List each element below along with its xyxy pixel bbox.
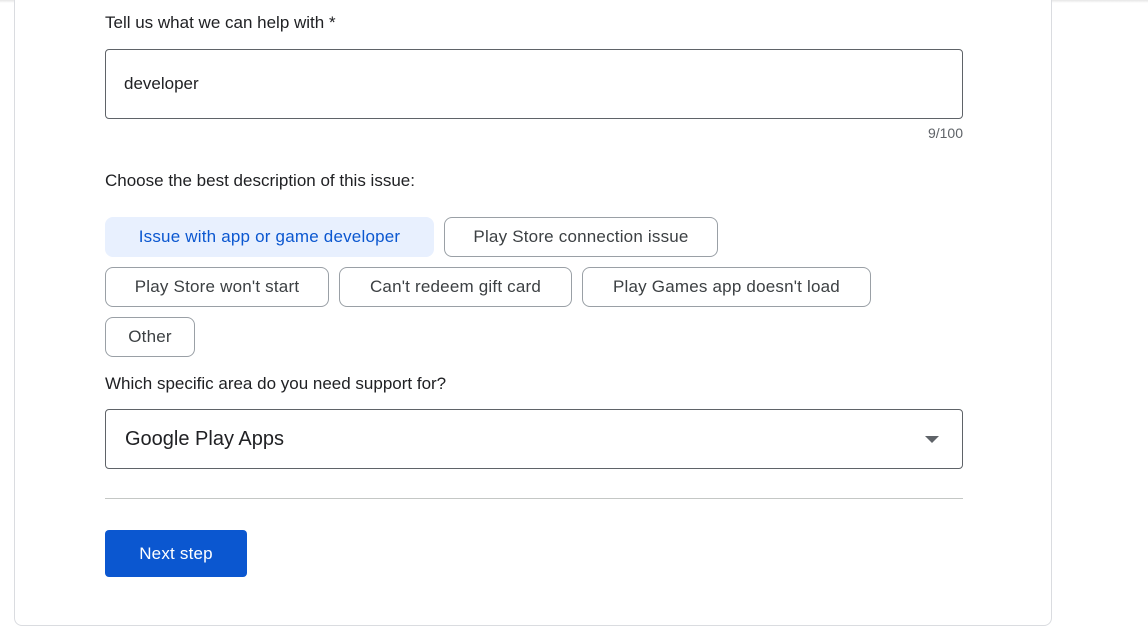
triangle-down-icon <box>925 436 939 443</box>
character-counter: 9/100 <box>927 125 963 141</box>
chip-play-store-connection-issue[interactable]: Play Store connection issue <box>444 217 718 257</box>
chip-play-games-app-doesnt-load[interactable]: Play Games app doesn't load <box>582 267 871 307</box>
chip-issue-with-app-developer[interactable]: Issue with app or game developer <box>105 217 434 257</box>
chip-other[interactable]: Other <box>105 317 195 357</box>
issue-description-label: Choose the best description of this issu… <box>105 171 415 190</box>
support-area-label: Which specific area do you need support … <box>105 374 447 393</box>
help-text-input[interactable] <box>105 49 963 119</box>
chip-cant-redeem-gift-card[interactable]: Can't redeem gift card <box>339 267 572 307</box>
chip-play-store-wont-start[interactable]: Play Store won't start <box>105 267 329 307</box>
section-divider <box>105 498 963 499</box>
help-field-label: Tell us what we can help with * <box>105 13 336 32</box>
support-area-dropdown[interactable]: Google Play Apps <box>105 409 963 469</box>
support-area-selected-value: Google Play Apps <box>125 428 284 450</box>
next-step-button[interactable]: Next step <box>105 530 247 577</box>
